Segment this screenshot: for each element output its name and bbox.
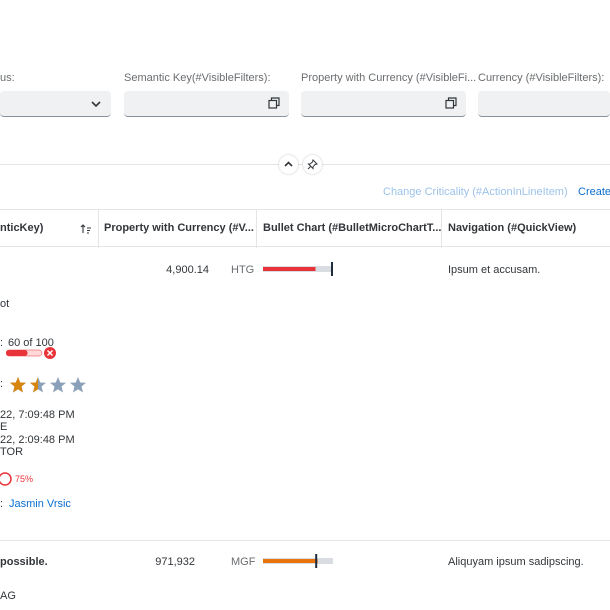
progress-indicator (6, 347, 56, 359)
progress-fill (6, 350, 28, 356)
navigation-quickview-link[interactable]: Ipsum et accusam. (448, 264, 540, 276)
bullet-chart (263, 262, 333, 276)
bullet-chart-target-marker (331, 262, 333, 276)
bullet-chart-actual-bar (263, 267, 316, 271)
column-header-navigation[interactable]: Navigation (#QuickView) (448, 210, 576, 248)
pin-header-button[interactable] (303, 155, 322, 174)
value-help-icon[interactable] (445, 97, 457, 109)
date-value-2: 22, 2:09:48 PM (0, 434, 75, 446)
column-header-bullet-chart[interactable]: Bullet Chart (#BulletMicroChartT... (263, 210, 441, 248)
progress-label-fragment: : (0, 337, 4, 349)
row-separator (0, 540, 610, 541)
value-help-icon[interactable] (268, 97, 280, 109)
star-icon (50, 377, 66, 393)
date-suffix-1: E (0, 421, 8, 433)
rating-label-fragment: : (0, 378, 4, 390)
filter-label-currency: Currency (#VisibleFilters): (478, 72, 605, 84)
column-header-property-currency[interactable]: Property with Currency (#V... (104, 210, 254, 248)
field-fragment: ot (0, 298, 10, 310)
property-currency-filter-input[interactable] (301, 91, 466, 117)
currency-code: MGF (231, 556, 256, 568)
create-button[interactable]: Create (578, 186, 610, 198)
pin-icon (307, 159, 318, 170)
column-separator (256, 210, 257, 248)
bullet-chart-target-marker (315, 554, 318, 568)
radial-chart-percent: 75% (15, 474, 34, 484)
chevron-down-icon (91, 101, 101, 108)
column-header-semantic-key[interactable]: nticKey) (0, 210, 43, 248)
date-value-1: 22, 7:09:48 PM (0, 409, 75, 421)
navigation-quickview-link[interactable]: Aliquyam ipsum sadipscing. (448, 556, 584, 568)
rating-indicator (10, 377, 86, 393)
filter-label-status: us: (0, 72, 15, 84)
bullet-chart (263, 554, 333, 568)
amount-value: 971,932 (155, 556, 195, 568)
filter-label-semantic-key: Semantic Key(#VisibleFilters): (124, 72, 271, 84)
date-suffix-2: TOR (0, 446, 24, 458)
status-filter-select[interactable] (0, 91, 111, 117)
row-title: possible. (0, 556, 48, 568)
contact-link[interactable]: Jasmin Vrsic (9, 498, 71, 510)
field-fragment: AG (0, 590, 16, 602)
amount-value: 4,900.14 (166, 264, 209, 276)
column-separator (441, 210, 442, 248)
star-icon (70, 377, 86, 393)
star-icon (30, 377, 46, 393)
radial-micro-chart (0, 472, 12, 486)
sort-ascending-icon (80, 224, 91, 234)
bullet-chart-actual-bar (263, 559, 318, 563)
filter-label-property-currency: Property with Currency (#VisibleFi... (301, 72, 477, 84)
currency-code: HTG (231, 264, 255, 276)
table-header-row: nticKey) Property with Currency (#V... B… (0, 209, 610, 248)
collapse-header-button[interactable] (279, 155, 298, 174)
currency-filter-input[interactable] (478, 91, 610, 117)
change-criticality-button[interactable]: Change Criticality (#ActionInLineItem) (383, 186, 568, 198)
star-icon (10, 377, 26, 393)
semantic-key-filter-input[interactable] (124, 91, 289, 117)
radial-chart-ring (0, 472, 12, 486)
chevron-up-icon (284, 161, 293, 167)
contact-label-fragment: : (0, 498, 4, 510)
column-separator (98, 210, 99, 248)
